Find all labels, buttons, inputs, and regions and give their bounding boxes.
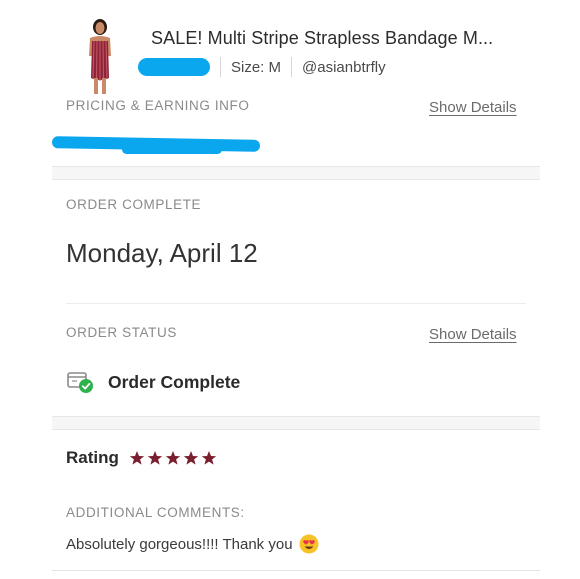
order-complete-section-label: ORDER COMPLETE (66, 197, 202, 212)
rating-row: Rating (66, 447, 217, 469)
product-title[interactable]: SALE! Multi Stripe Strapless Bandage M..… (151, 28, 493, 49)
order-status-text: Order Complete (108, 371, 241, 392)
seller-username[interactable]: @asianbtrfly (302, 59, 386, 76)
order-status-section-label: ORDER STATUS (66, 325, 177, 340)
star-icon (183, 451, 199, 465)
order-status-show-details-link[interactable]: Show Details (429, 326, 517, 343)
comment-row: Absolutely gorgeous!!!! Thank you (66, 534, 319, 554)
star-icon (129, 451, 145, 465)
order-complete-date: Monday, April 12 (66, 238, 258, 268)
rating-stars (129, 450, 217, 466)
order-status-row: Order Complete (66, 369, 240, 395)
heart-eyes-emoji-icon (299, 534, 319, 554)
star-icon (201, 451, 217, 465)
rating-label: Rating (66, 448, 119, 467)
divider (52, 570, 540, 571)
product-summary: SALE! Multi Stripe Strapless Bandage M..… (0, 0, 580, 95)
comment-text: Absolutely gorgeous!!!! Thank you (66, 535, 293, 553)
section-divider (52, 166, 540, 180)
package-check-icon (66, 369, 96, 395)
pricing-section-label: PRICING & EARNING INFO (66, 98, 250, 113)
divider (66, 303, 526, 304)
comments-section-label: ADDITIONAL COMMENTS: (66, 505, 245, 520)
product-meta: Size: M @asianbtrfly (138, 56, 386, 78)
redaction-mark (138, 58, 210, 76)
star-icon (165, 451, 181, 465)
star-icon (147, 451, 163, 465)
redaction-mark (51, 133, 261, 154)
product-size: Size: M (231, 58, 282, 76)
meta-separator (291, 57, 293, 77)
meta-separator (220, 57, 221, 77)
section-divider (52, 416, 540, 430)
pricing-show-details-link[interactable]: Show Details (429, 99, 517, 116)
product-thumbnail[interactable] (78, 18, 124, 96)
